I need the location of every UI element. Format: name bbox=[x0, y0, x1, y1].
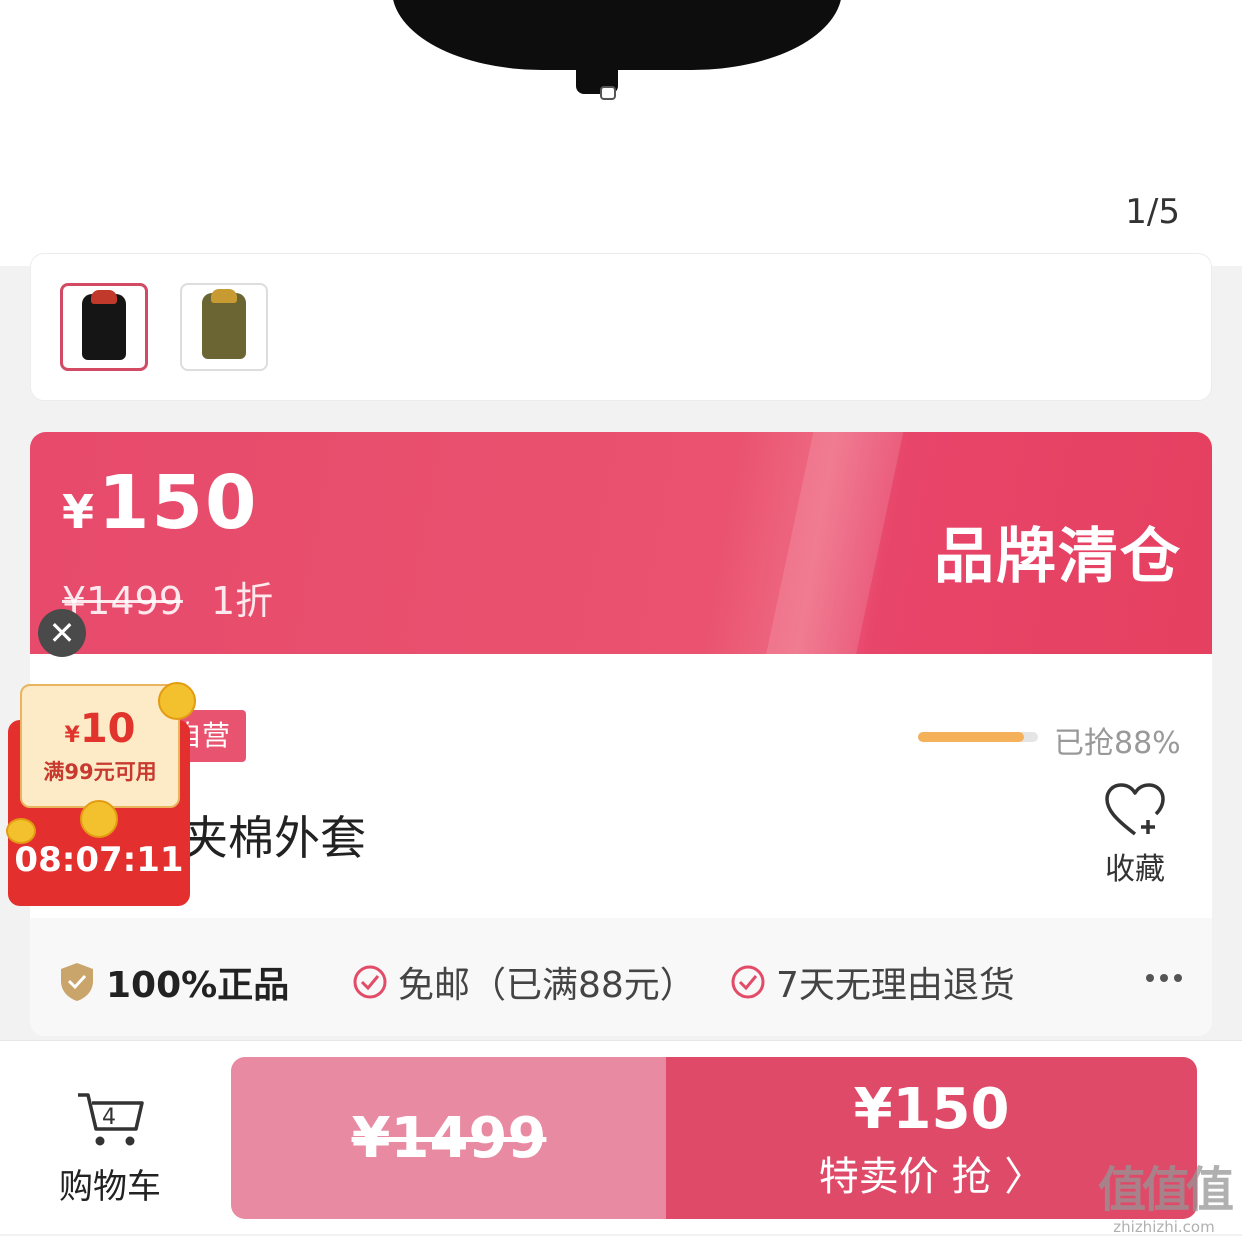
brand-clearance-tag: 品牌清仓 bbox=[934, 522, 1182, 592]
cart-button[interactable]: 4 购物车 bbox=[54, 1089, 166, 1208]
bottom-action-bar: 4 购物车 ¥1499 ¥150 特卖价 抢 〉 bbox=[0, 1040, 1242, 1234]
cart-label: 购物车 bbox=[59, 1167, 161, 1207]
guarantee-bar[interactable]: 100%正品 免邮（已满88元） 7天无理由退货 bbox=[30, 918, 1212, 1036]
thumbnail-black[interactable] bbox=[60, 283, 148, 371]
more-icon[interactable] bbox=[1146, 974, 1182, 982]
discount-label: 1折 bbox=[210, 579, 274, 623]
guarantee-free-shipping-label: 免邮（已满88元） bbox=[398, 965, 696, 1006]
coupon-popup[interactable]: ¥10 满99元可用 08:07:11 bbox=[6, 680, 196, 906]
favorite-button[interactable]: 收藏 bbox=[1092, 782, 1178, 888]
guarantee-authentic: 100%正品 bbox=[58, 956, 289, 1008]
price-banner: ¥ 150 ¥1499 1折 品牌清仓 bbox=[30, 432, 1212, 654]
color-thumbnails bbox=[30, 253, 1212, 401]
coin-icon bbox=[80, 800, 118, 838]
thumbnail-hood bbox=[91, 290, 117, 304]
buy-now-price: ¥150 bbox=[853, 1077, 1010, 1142]
sale-price-value: 150 bbox=[98, 460, 259, 546]
coupon-condition: 满99元可用 bbox=[43, 760, 157, 784]
thumbnail-olive[interactable] bbox=[180, 283, 268, 371]
heart-plus-icon bbox=[1105, 783, 1165, 836]
gallery-page-indicator: 1/5 bbox=[1125, 192, 1180, 232]
favorite-label: 收藏 bbox=[1105, 852, 1165, 887]
sold-progress-fill bbox=[918, 732, 1024, 742]
close-coupon-button[interactable]: ✕ bbox=[38, 609, 86, 657]
original-price-buy-label: ¥1499 bbox=[351, 1105, 547, 1171]
check-circle-icon bbox=[730, 964, 766, 1000]
banner-decoration bbox=[762, 432, 908, 654]
sold-progress-label: 已抢88% bbox=[1054, 726, 1181, 761]
product-gallery[interactable]: 1/5 bbox=[0, 0, 1242, 266]
shield-icon bbox=[58, 961, 96, 1003]
currency-symbol: ¥ bbox=[62, 485, 95, 539]
cart-count: 4 bbox=[102, 1105, 116, 1130]
original-price-row: ¥1499 1折 bbox=[62, 570, 273, 625]
coin-icon bbox=[158, 682, 196, 720]
zipper-pull bbox=[600, 86, 616, 100]
original-price-buy-button[interactable]: ¥1499 bbox=[231, 1057, 667, 1219]
thumbnail-hood bbox=[211, 289, 237, 303]
watermark-domain: zhizhizhi.com bbox=[1113, 1218, 1215, 1236]
watermark-logo: 值值值 bbox=[1097, 1162, 1234, 1218]
product-info: 自营 已抢88% 男装夹棉外套 收藏 bbox=[30, 654, 1212, 918]
coupon-amount: ¥10 bbox=[64, 706, 136, 752]
sale-price: ¥ 150 bbox=[62, 460, 258, 546]
guarantee-authentic-label: 100%正品 bbox=[106, 965, 290, 1006]
guarantee-return: 7天无理由退货 bbox=[730, 956, 1015, 1008]
watermark: 值值值 zhizhizhi.com bbox=[1092, 1150, 1236, 1236]
sold-progress-bar bbox=[918, 732, 1038, 742]
guarantee-return-label: 7天无理由退货 bbox=[776, 965, 1015, 1006]
guarantee-free-shipping: 免邮（已满88元） bbox=[352, 956, 696, 1008]
coupon-ticket: ¥10 满99元可用 bbox=[20, 684, 180, 808]
check-circle-icon bbox=[352, 964, 388, 1000]
coupon-countdown: 08:07:11 bbox=[14, 840, 184, 880]
